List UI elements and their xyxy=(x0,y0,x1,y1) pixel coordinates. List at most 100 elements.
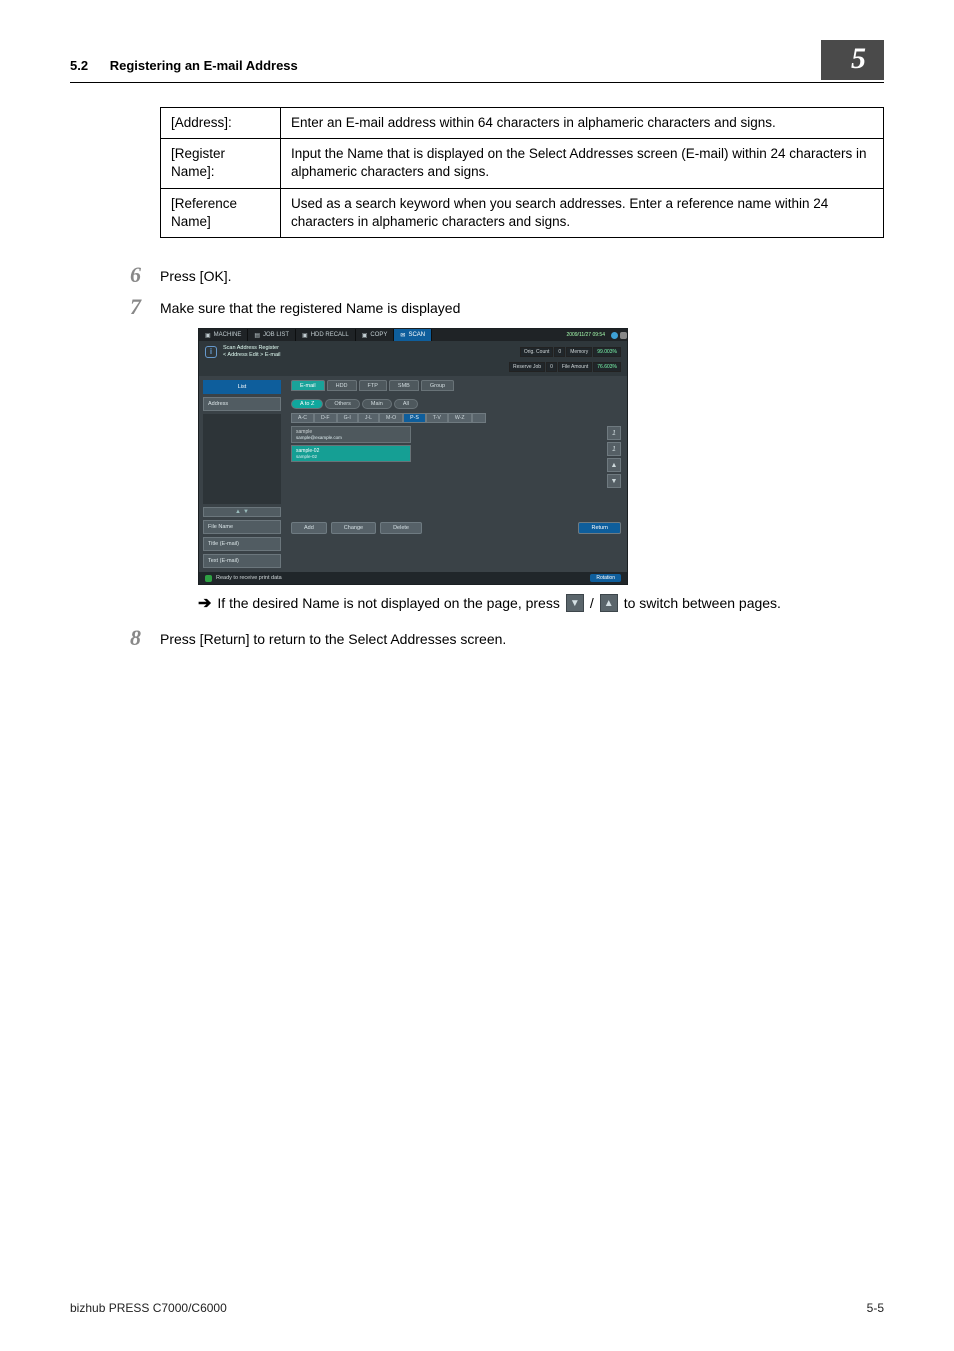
device-datetime: 2009/11/27 09:54 xyxy=(562,332,609,338)
device-infobar-2: Reserve Job 0 File Amount 76.603% xyxy=(199,362,627,376)
device-main: E-mail HDD FTP SMB Group A to Z Others M… xyxy=(285,376,627,572)
sidebar-nav: ▲ ▼ xyxy=(203,507,281,517)
tab-group[interactable]: Group xyxy=(421,380,454,391)
sidebar-filename-button[interactable]: File Name xyxy=(203,520,281,534)
filter-all[interactable]: All xyxy=(394,399,418,409)
page-up-button[interactable]: ▲ xyxy=(607,458,621,472)
step-number: 6 xyxy=(130,264,160,286)
alpha-ac[interactable]: A-C xyxy=(291,413,314,423)
action-buttons: Add Change Delete Return xyxy=(291,522,621,534)
page-down-button[interactable]: ▼ xyxy=(607,474,621,488)
table-cell-label: [Address]: xyxy=(161,108,281,139)
file-label: File Amount xyxy=(558,362,592,372)
alpha-wz[interactable]: W-Z xyxy=(448,413,472,423)
info-text: Scan Address Register < Address Edit > E… xyxy=(223,345,280,358)
table-cell-desc: Used as a search keyword when you search… xyxy=(281,188,884,237)
device-body: List Address ▲ ▼ File Name Title (E-mail… xyxy=(199,376,627,572)
sidebar-text-email-button[interactable]: Text (E-mail) xyxy=(203,554,281,568)
section-number: 5.2 xyxy=(70,58,88,73)
change-button[interactable]: Change xyxy=(331,522,376,534)
filter-main[interactable]: Main xyxy=(362,399,392,409)
status-icon xyxy=(611,332,618,339)
filter-row: A to Z Others Main All xyxy=(291,399,621,409)
tab-email[interactable]: E-mail xyxy=(291,380,325,391)
delete-button[interactable]: Delete xyxy=(380,522,422,534)
note-pre: If the desired Name is not displayed on … xyxy=(217,595,559,611)
step-text: Press [Return] to return to the Select A… xyxy=(160,627,884,647)
table-cell-label: [Register Name]: xyxy=(161,139,281,188)
alpha-df[interactable]: D-F xyxy=(314,413,337,423)
page-current: 1 xyxy=(607,426,621,440)
info-icon: i xyxy=(205,346,217,358)
add-button[interactable]: Add xyxy=(291,522,327,534)
alpha-ps[interactable]: P-S xyxy=(403,413,426,423)
device-screen: ▣MACHINE ▤JOB LIST ▣HDD RECALL ▣COPY ✉SC… xyxy=(198,328,628,585)
file-val: 76.603% xyxy=(593,362,621,372)
nav-down-icon[interactable]: ▼ xyxy=(243,509,249,515)
step-8: 8 Press [Return] to return to the Select… xyxy=(160,627,884,649)
table-row: [Address]: Enter an E-mail address withi… xyxy=(161,108,884,139)
entry-sub: sample@example.com xyxy=(296,435,406,440)
footer-right: 5-5 xyxy=(867,1301,884,1315)
table-cell-label: [Reference Name] xyxy=(161,188,281,237)
help-icon[interactable] xyxy=(620,332,627,339)
status-text: Ready to receive print data xyxy=(216,575,282,581)
top-tab-joblist[interactable]: ▤JOB LIST xyxy=(248,329,296,341)
sidebar-title-email-button[interactable]: Title (E-mail) xyxy=(203,537,281,551)
note-post: to switch between pages. xyxy=(624,595,781,611)
page-total: 1 xyxy=(607,442,621,456)
step-text: Make sure that the registered Name is di… xyxy=(160,296,884,316)
step-number: 7 xyxy=(130,296,160,318)
table-row: [Reference Name] Used as a search keywor… xyxy=(161,188,884,237)
info-stats: Orig. Count 0 Memory 99.003% xyxy=(520,347,621,357)
device-screenshot: ▣MACHINE ▤JOB LIST ▣HDD RECALL ▣COPY ✉SC… xyxy=(198,328,884,585)
printer-status-icon xyxy=(205,575,212,582)
tab-ftp[interactable]: FTP xyxy=(359,380,387,391)
top-tab-hddrecall[interactable]: ▣HDD RECALL xyxy=(296,329,356,341)
device-topbar: ▣MACHINE ▤JOB LIST ▣HDD RECALL ▣COPY ✉SC… xyxy=(199,329,627,341)
info-stats-2: Reserve Job 0 File Amount 76.603% xyxy=(509,362,621,372)
rotation-button[interactable]: Rotation xyxy=(590,574,621,582)
alpha-mo[interactable]: M-O xyxy=(379,413,403,423)
filter-atoz[interactable]: A to Z xyxy=(291,399,323,409)
table-cell-desc: Enter an E-mail address within 64 charac… xyxy=(281,108,884,139)
alpha-blank[interactable] xyxy=(472,413,486,423)
address-entry-selected[interactable]: sample-02 sample-02 xyxy=(291,445,411,462)
top-tab-copy[interactable]: ▣COPY xyxy=(356,329,395,341)
alpha-tv[interactable]: T-V xyxy=(426,413,448,423)
page-down-icon[interactable]: ▼ xyxy=(566,594,584,612)
field-description-table: [Address]: Enter an E-mail address withi… xyxy=(160,107,884,238)
nav-up-icon[interactable]: ▲ xyxy=(235,509,241,515)
note-mid: / xyxy=(590,595,594,611)
alpha-gi[interactable]: G-I xyxy=(337,413,358,423)
table-row: [Register Name]: Input the Name that is … xyxy=(161,139,884,188)
reserve-val: 0 xyxy=(546,362,557,372)
top-tab-machine[interactable]: ▣MACHINE xyxy=(199,329,248,341)
page-up-icon[interactable]: ▲ xyxy=(600,594,618,612)
return-button[interactable]: Return xyxy=(578,522,621,534)
address-entry[interactable]: sample sample@example.com xyxy=(291,426,411,443)
reserve-label: Reserve Job xyxy=(509,362,545,372)
filter-others[interactable]: Others xyxy=(325,399,360,409)
step-text: Press [OK]. xyxy=(160,264,884,284)
top-tab-scan[interactable]: ✉SCAN xyxy=(394,329,432,341)
device-footer: Ready to receive print data Rotation xyxy=(199,572,627,584)
tab-hdd[interactable]: HDD xyxy=(327,380,357,391)
tab-smb[interactable]: SMB xyxy=(389,380,419,391)
sidebar-list-button[interactable]: List xyxy=(203,380,281,394)
entry-sub: sample-02 xyxy=(296,454,406,459)
chapter-number-tab: 5 xyxy=(821,40,884,80)
sidebar-address-button[interactable]: Address xyxy=(203,397,281,411)
alpha-row: A-C D-F G-I J-L M-O P-S T-V W-Z xyxy=(291,413,621,423)
page-footer: bizhub PRESS C7000/C6000 5-5 xyxy=(70,1301,884,1315)
scan-icon: ✉ xyxy=(400,332,405,339)
sub-note: ➔ If the desired Name is not displayed o… xyxy=(198,593,884,613)
address-entries: sample sample@example.com sample-02 samp… xyxy=(291,426,621,462)
step-7: 7 Make sure that the registered Name is … xyxy=(160,296,884,318)
alpha-jl[interactable]: J-L xyxy=(358,413,379,423)
orig-count-label: Orig. Count xyxy=(520,347,554,357)
list-icon: ▤ xyxy=(254,332,260,339)
destination-type-tabs: E-mail HDD FTP SMB Group xyxy=(291,380,621,391)
table-cell-desc: Input the Name that is displayed on the … xyxy=(281,139,884,188)
memory-val: 99.003% xyxy=(593,347,621,357)
